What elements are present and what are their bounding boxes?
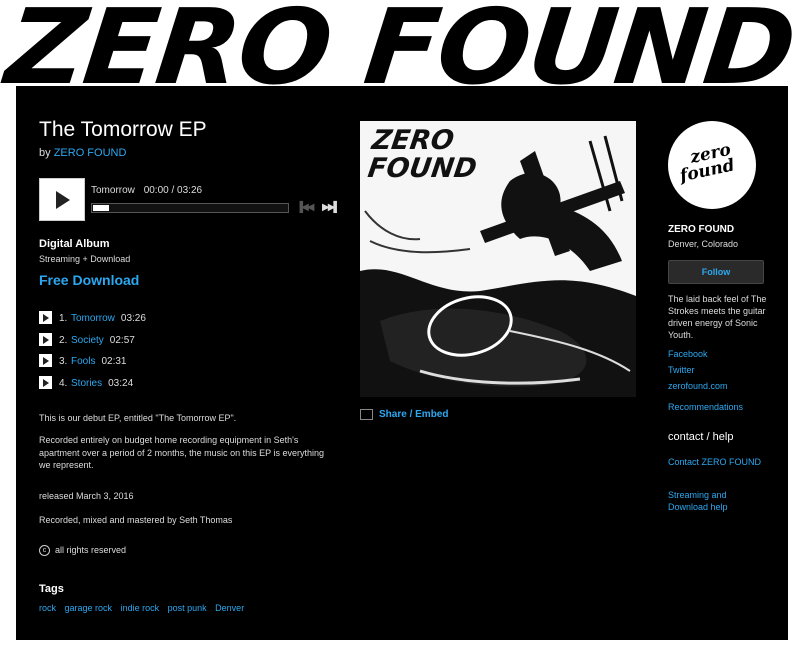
now-playing-time: 00:00 / 03:26 xyxy=(143,185,203,196)
recommendations-link[interactable]: Recommendations xyxy=(668,402,743,412)
prev-icon[interactable]: ▐◀◀ xyxy=(296,202,315,213)
track-number: 1. xyxy=(59,313,68,324)
progress-bar[interactable] xyxy=(91,203,289,213)
track-row: 2. Society 02:57 xyxy=(39,332,339,349)
track-duration: 03:24 xyxy=(108,377,134,389)
tag-link[interactable]: post punk xyxy=(168,603,207,613)
track-title[interactable]: Fools xyxy=(71,356,95,367)
share-embed-link[interactable]: Share / Embed xyxy=(360,409,448,420)
album-credits: Recorded, mixed and mastered by Seth Tho… xyxy=(39,515,233,525)
copyright-icon: c xyxy=(39,545,50,557)
website-link[interactable]: zerofound.com xyxy=(668,381,728,391)
track-number: 2. xyxy=(59,334,68,346)
track-play-icon[interactable] xyxy=(39,354,52,367)
release-date: released March 3, 2016 xyxy=(39,491,134,501)
track-number: 4. xyxy=(59,377,68,389)
rights-text: all rights reserved xyxy=(55,545,127,555)
track-play-icon[interactable] xyxy=(39,375,52,389)
twitter-link[interactable]: Twitter xyxy=(668,365,695,375)
tags-heading: Tags xyxy=(39,583,64,595)
album-description: This is our debut EP, entitled "The Tomo… xyxy=(39,412,324,481)
follow-button[interactable]: Follow xyxy=(668,260,764,284)
track-duration: 03:26 xyxy=(120,313,146,324)
share-label: Share / Embed xyxy=(379,409,449,421)
sidebar-artist-name[interactable]: ZERO FOUND xyxy=(668,224,734,235)
description-paragraph: Recorded entirely on budget home recordi… xyxy=(39,435,324,470)
track-row: 1. Tomorrow 03:26 xyxy=(39,311,339,327)
artist-bio: The laid back feel of The Strokes meets … xyxy=(668,294,767,340)
album-title: The Tomorrow EP xyxy=(39,118,207,141)
tag-link[interactable]: rock xyxy=(39,603,56,613)
album-artwork[interactable]: ZERO FOUND xyxy=(360,121,636,397)
artist-logo[interactable]: zero found xyxy=(668,121,756,209)
next-icon[interactable]: ▶▶▌ xyxy=(322,202,341,213)
rights-notice: c all rights reserved xyxy=(39,545,127,557)
track-duration: 02:31 xyxy=(101,356,127,367)
track-row: 3. Fools 02:31 xyxy=(39,354,339,370)
artist-location: Denver, Colorado xyxy=(668,239,739,249)
share-icon xyxy=(360,409,373,420)
tag-list: rock garage rock indie rock post punk De… xyxy=(39,603,250,613)
track-list: 1. Tomorrow 03:26 2. Society 02:57 3. Fool… xyxy=(39,311,339,397)
now-playing: Tomorrow 00:00 / 03:26 xyxy=(91,185,202,196)
track-title[interactable]: Stories xyxy=(71,378,102,389)
play-button[interactable] xyxy=(39,178,85,221)
facebook-link[interactable]: Facebook xyxy=(668,349,708,359)
by-prefix: by xyxy=(39,147,51,159)
free-download-button[interactable]: Free Download xyxy=(39,272,139,288)
artwork-illustration xyxy=(360,135,636,397)
tag-link[interactable]: Denver xyxy=(215,603,244,613)
album-byline: by ZERO FOUND xyxy=(39,147,126,159)
help-link[interactable]: Streaming and Download help xyxy=(668,489,768,513)
banner-title[interactable]: ZERO FOUND xyxy=(1,0,800,86)
description-paragraph: This is our debut EP, entitled "The Tomo… xyxy=(39,413,237,423)
track-play-icon[interactable] xyxy=(39,311,52,324)
tag-link[interactable]: garage rock xyxy=(65,603,113,613)
format-label: Digital Album xyxy=(39,238,110,250)
format-description: Streaming + Download xyxy=(39,254,131,264)
contact-heading: contact / help xyxy=(668,431,734,443)
track-title[interactable]: Tomorrow xyxy=(71,313,115,324)
contact-link[interactable]: Contact ZERO FOUND xyxy=(668,456,768,468)
artist-logo-text: zero found xyxy=(675,140,736,187)
track-duration: 02:57 xyxy=(109,334,135,346)
track-play-icon[interactable] xyxy=(39,332,52,346)
track-row: 4. Stories 03:24 xyxy=(39,375,339,392)
artist-link[interactable]: ZERO FOUND xyxy=(54,147,127,159)
progress-knob[interactable] xyxy=(93,205,109,211)
track-title[interactable]: Society xyxy=(71,335,104,346)
tag-link[interactable]: indie rock xyxy=(121,603,160,613)
audio-player: Tomorrow 00:00 / 03:26 ▐◀◀ ▶▶▌ xyxy=(39,178,341,221)
header-banner: ZERO FOUND xyxy=(0,0,800,86)
main-panel: The Tomorrow EP by ZERO FOUND Tomorrow 0… xyxy=(16,86,788,640)
now-playing-track: Tomorrow xyxy=(91,185,135,196)
track-number: 3. xyxy=(59,356,68,367)
